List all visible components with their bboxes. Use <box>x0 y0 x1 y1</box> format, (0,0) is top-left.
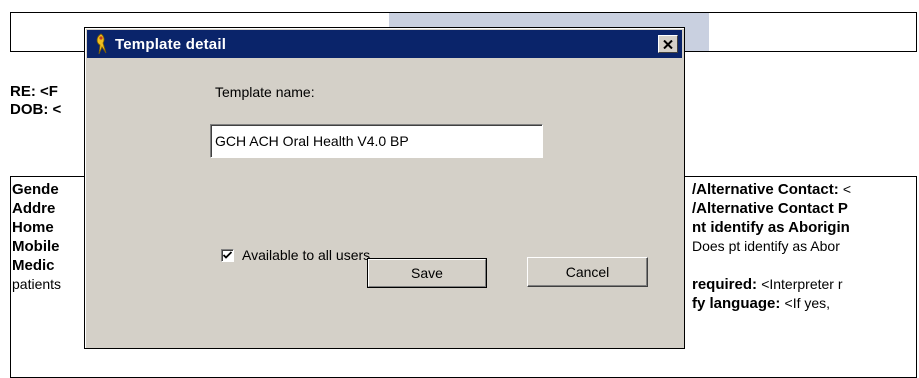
right-line-6-bold: required: <box>692 276 762 293</box>
right-line-2-bold: /Alternative Contact P <box>692 200 848 217</box>
available-label: Available to all users <box>242 247 371 263</box>
dialog-title: Template detail <box>115 35 227 53</box>
right-line-5 <box>692 256 851 275</box>
save-button-label: Save <box>411 265 443 281</box>
template-detail-dialog: Template detail Template name: Available… <box>84 27 685 349</box>
address-label: Addre <box>12 200 56 217</box>
cancel-button-label: Cancel <box>565 264 610 280</box>
template-name-label: Template name: <box>215 84 315 100</box>
right-line-3-bold: nt identify as Aborigin <box>692 219 850 236</box>
cancel-button[interactable]: Cancel <box>527 257 648 287</box>
right-line-2: /Alternative Contact P <box>692 199 851 218</box>
right-line-4-value: Does pt identify as Abor <box>692 238 840 254</box>
right-line-7-value: <If yes, <box>784 295 831 311</box>
checkmark-icon <box>223 250 232 259</box>
re-line: RE: <F <box>10 83 58 100</box>
right-line-4: Does pt identify as Abor <box>692 237 851 256</box>
right-line-1-bold: /Alternative Contact: <box>692 181 843 198</box>
patients-text: patients <box>12 276 62 292</box>
medicare-label: Medic <box>12 257 55 274</box>
dob-line: DOB: < <box>10 101 62 118</box>
right-line-1: /Alternative Contact: < <box>692 180 851 199</box>
available-to-all-users-option[interactable]: Available to all users <box>221 247 370 263</box>
mobile-label: Mobile <box>12 238 60 255</box>
document-left-column: Gende Addre Home Mobile Medic patients <box>12 180 61 294</box>
right-line-7: fy language: <If yes, <box>692 294 851 313</box>
right-line-6-value: <Interpreter r <box>761 276 843 292</box>
save-button[interactable]: Save <box>367 258 487 288</box>
right-line-7-bold: fy language: <box>692 295 785 312</box>
right-line-1-value: < <box>842 181 852 197</box>
dialog-titlebar[interactable]: Template detail <box>87 30 682 58</box>
close-icon[interactable] <box>658 35 678 53</box>
document-right-column: /Alternative Contact: < /Alternative Con… <box>692 180 851 313</box>
home-label: Home <box>12 219 54 236</box>
available-checkbox[interactable] <box>221 248 234 262</box>
right-line-3: nt identify as Aborigin <box>692 218 851 237</box>
right-line-6: required: <Interpreter r <box>692 275 851 294</box>
template-name-input[interactable] <box>210 124 543 158</box>
gender-label: Gende <box>12 181 59 198</box>
app-icon <box>93 33 109 55</box>
